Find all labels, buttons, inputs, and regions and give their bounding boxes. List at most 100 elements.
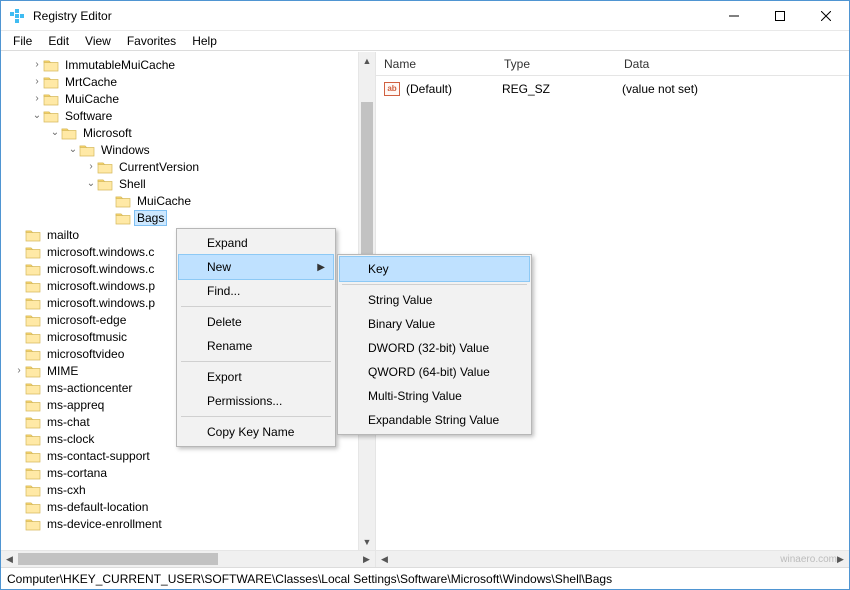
list-scrollbar-h[interactable]: ◀ ▶ [376, 550, 849, 567]
folder-icon [25, 313, 41, 327]
tree-node-label: ms-clock [45, 432, 96, 446]
sub-qword[interactable]: QWORD (64-bit) Value [340, 360, 529, 384]
col-type[interactable]: Type [496, 57, 616, 71]
folder-icon [115, 194, 131, 208]
tree-node-label: MuiCache [63, 92, 121, 106]
tree-node-label: CurrentVersion [117, 160, 201, 174]
table-row[interactable]: ab (Default) REG_SZ (value not set) [376, 80, 849, 98]
separator [181, 416, 331, 417]
tree-node-label: Software [63, 109, 114, 123]
tree-node[interactable]: ms-cortana [1, 464, 375, 481]
tree-node-label: microsoft-edge [45, 313, 128, 327]
sub-dword[interactable]: DWORD (32-bit) Value [340, 336, 529, 360]
folder-icon [43, 92, 59, 106]
chevron-right-icon[interactable]: › [85, 161, 97, 172]
scroll-right-icon[interactable]: ▶ [832, 551, 849, 567]
scroll-thumb-h[interactable] [18, 553, 218, 565]
maximize-button[interactable] [757, 1, 803, 30]
tree-node[interactable]: › CurrentVersion [1, 158, 375, 175]
menu-edit[interactable]: Edit [40, 33, 77, 49]
menubar: File Edit View Favorites Help [1, 31, 849, 51]
folder-icon [97, 160, 113, 174]
scroll-left-icon[interactable]: ◀ [1, 551, 18, 567]
scroll-up-icon[interactable]: ▲ [359, 52, 375, 69]
tree-node[interactable]: ms-cxh [1, 481, 375, 498]
tree-node-label: microsoft.windows.c [45, 262, 156, 276]
context-submenu-new: Key String Value Binary Value DWORD (32-… [337, 254, 532, 435]
menu-file[interactable]: File [5, 33, 40, 49]
chevron-down-icon[interactable]: ⌄ [85, 178, 97, 189]
list-header: Name Type Data [376, 52, 849, 76]
folder-icon [25, 381, 41, 395]
ctx-permissions[interactable]: Permissions... [179, 389, 333, 413]
chevron-right-icon: ▶ [317, 262, 325, 273]
tree-node-label: microsoft.windows.p [45, 279, 157, 293]
minimize-button[interactable] [711, 1, 757, 30]
folder-icon [61, 126, 77, 140]
ctx-find[interactable]: Find... [179, 279, 333, 303]
chevron-down-icon[interactable]: ⌄ [49, 127, 61, 138]
folder-icon [97, 177, 113, 191]
tree-node-label: microsoftvideo [45, 347, 126, 361]
tree-node[interactable]: ⌄Windows [1, 141, 375, 158]
ctx-delete[interactable]: Delete [179, 310, 333, 334]
folder-icon [25, 483, 41, 497]
folder-icon [25, 432, 41, 446]
folder-icon [43, 58, 59, 72]
folder-icon [25, 347, 41, 361]
ctx-rename[interactable]: Rename [179, 334, 333, 358]
chevron-down-icon[interactable]: ⌄ [31, 110, 43, 121]
menu-help[interactable]: Help [184, 33, 225, 49]
tree-node[interactable]: ›ImmutableMuiCache [1, 56, 375, 73]
ctx-copykeyname[interactable]: Copy Key Name [179, 420, 333, 444]
registry-editor-icon [9, 8, 25, 24]
cell-type: REG_SZ [502, 82, 622, 96]
folder-icon [43, 109, 59, 123]
chevron-right-icon[interactable]: › [31, 59, 43, 70]
tree-node[interactable]: › MuiCache [1, 90, 375, 107]
folder-icon [25, 449, 41, 463]
sub-string[interactable]: String Value [340, 288, 529, 312]
menu-favorites[interactable]: Favorites [119, 33, 184, 49]
sub-key[interactable]: Key [340, 257, 529, 281]
tree-node-label: ms-chat [45, 415, 92, 429]
folder-icon [25, 398, 41, 412]
tree-node-label: ms-cxh [45, 483, 88, 497]
menu-view[interactable]: View [77, 33, 119, 49]
chevron-right-icon[interactable]: › [31, 76, 43, 87]
tree-scrollbar-h[interactable]: ◀ ▶ [1, 550, 375, 567]
tree-node-label: microsoft.windows.c [45, 245, 156, 259]
chevron-right-icon[interactable]: › [13, 365, 25, 376]
tree-node[interactable]: ms-default-location [1, 498, 375, 515]
scroll-down-icon[interactable]: ▼ [359, 533, 375, 550]
ctx-new[interactable]: New▶ [179, 255, 333, 279]
tree-node-label: MuiCache [135, 194, 193, 208]
tree-node[interactable]: ms-device-enrollment [1, 515, 375, 532]
tree-node[interactable]: ms-contact-support [1, 447, 375, 464]
tree-node[interactable]: Bags [1, 209, 375, 226]
ctx-expand[interactable]: Expand [179, 231, 333, 255]
tree-node-label: mailto [45, 228, 81, 242]
tree-node[interactable]: ⌄Shell [1, 175, 375, 192]
string-value-icon: ab [384, 82, 400, 96]
chevron-right-icon[interactable]: › [31, 93, 43, 104]
scroll-right-icon[interactable]: ▶ [358, 551, 375, 567]
close-button[interactable] [803, 1, 849, 30]
sub-expand[interactable]: Expandable String Value [340, 408, 529, 432]
folder-icon [25, 262, 41, 276]
tree-node[interactable]: ›MrtCache [1, 73, 375, 90]
folder-icon [25, 279, 41, 293]
col-name[interactable]: Name [376, 57, 496, 71]
ctx-export[interactable]: Export [179, 365, 333, 389]
tree-node-label: MIME [45, 364, 80, 378]
scroll-thumb-v[interactable] [361, 102, 373, 272]
sub-multi[interactable]: Multi-String Value [340, 384, 529, 408]
chevron-down-icon[interactable]: ⌄ [67, 144, 79, 155]
sub-binary[interactable]: Binary Value [340, 312, 529, 336]
scroll-left-icon[interactable]: ◀ [376, 551, 393, 567]
tree-node[interactable]: ⌄ Software [1, 107, 375, 124]
tree-node[interactable]: ⌄Microsoft [1, 124, 375, 141]
tree-node[interactable]: MuiCache [1, 192, 375, 209]
cell-data: (value not set) [622, 82, 849, 96]
col-data[interactable]: Data [616, 57, 849, 71]
